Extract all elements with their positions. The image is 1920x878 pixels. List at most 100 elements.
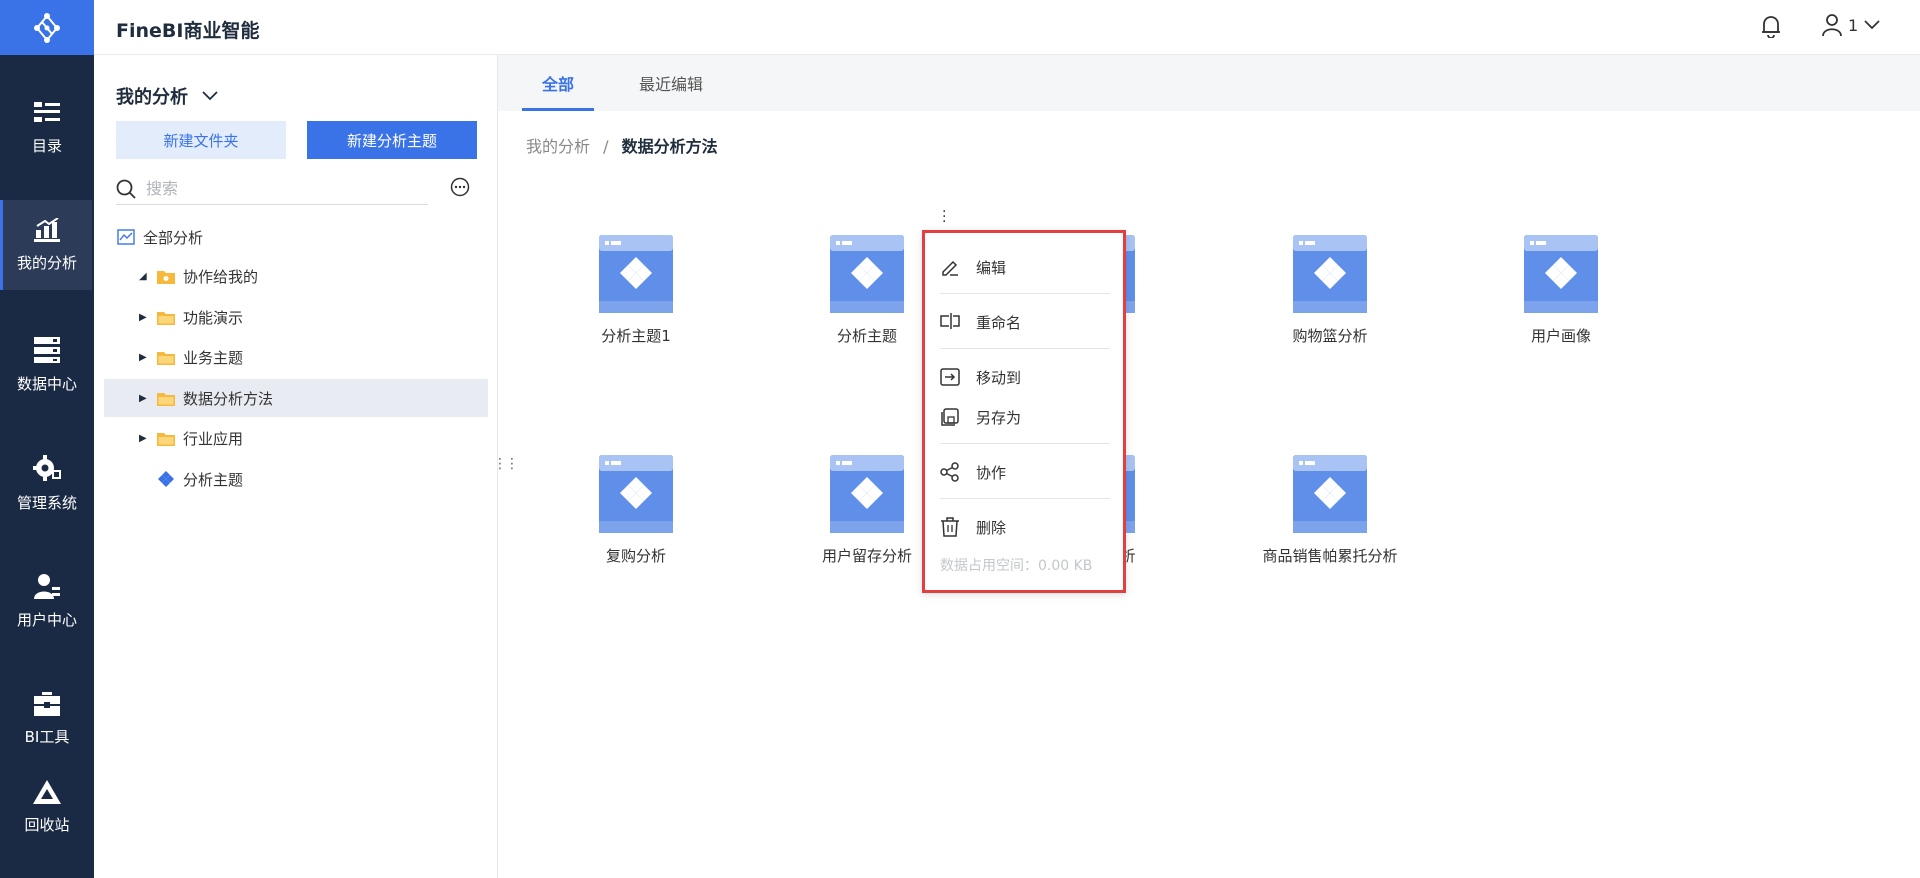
menu-item-move-to[interactable]: 移动到	[940, 362, 1110, 392]
folder-icon	[157, 351, 175, 365]
tab-recent[interactable]: 最近编辑	[639, 55, 703, 111]
chevron-down-icon	[202, 91, 218, 101]
menu-item-label: 重命名	[976, 313, 1022, 332]
folder-icon	[157, 432, 175, 446]
chevron-down-icon	[1864, 20, 1880, 30]
rail-item-catalog[interactable]: 目录	[0, 83, 94, 173]
notification-button[interactable]	[1760, 14, 1782, 42]
menu-item-label: 删除	[976, 518, 1007, 537]
rail-item-bi-tools[interactable]: BI工具	[0, 674, 94, 764]
analysis-tree-panel: 我的分析 新建文件夹 新建分析主题 全部分析 ◢ 协作给我的 ▶	[94, 55, 498, 878]
search-icon	[116, 179, 136, 199]
subject-card-icon	[1293, 235, 1367, 313]
gear-icon	[33, 454, 61, 481]
tree-item-label: 全部分析	[143, 228, 204, 247]
rail-item-my-analysis[interactable]: 我的分析	[0, 200, 92, 290]
new-subject-button[interactable]: 新建分析主题	[307, 121, 477, 159]
panel-title[interactable]: 我的分析	[116, 83, 218, 109]
tree-item-label: 分析主题	[183, 470, 244, 489]
caret-right-icon[interactable]: ▶	[139, 393, 149, 404]
subject-card-icon	[1293, 455, 1367, 533]
subject-tile[interactable]: 分析主题	[797, 235, 937, 346]
rail-item-user-center[interactable]: 用户中心	[0, 556, 94, 646]
caret-right-icon[interactable]: ▶	[139, 312, 149, 323]
rail-item-data-center[interactable]: 数据中心	[0, 320, 94, 410]
rail-item-recycle[interactable]: 回收站	[0, 762, 94, 852]
tree-item-label: 协作给我的	[183, 267, 259, 286]
breadcrumb: 我的分析 / 数据分析方法	[526, 133, 718, 157]
more-options-button[interactable]	[450, 177, 470, 201]
tile-name: 商品销售帕累托分析	[1262, 547, 1398, 565]
tile-name: 分析主题1	[601, 327, 671, 345]
menu-item-delete[interactable]: 删除	[940, 512, 1110, 542]
tree-item-shared-with-me[interactable]: ◢ 协作给我的	[104, 257, 488, 295]
search-box	[116, 173, 428, 205]
tree-item-analysis-subject[interactable]: 分析主题	[104, 460, 488, 498]
menu-item-label: 编辑	[976, 258, 1007, 277]
caret-right-icon[interactable]: ▶	[139, 352, 149, 363]
subject-card-icon	[1524, 235, 1598, 313]
menu-item-label: 移动到	[976, 368, 1022, 387]
menu-divider	[940, 293, 1110, 294]
menu-divider	[940, 443, 1110, 444]
subject-card-icon	[830, 235, 904, 313]
edit-icon	[942, 260, 958, 276]
menu-item-label: 另存为	[976, 408, 1022, 427]
folder-icon	[157, 392, 175, 406]
app-title: FineBI商业智能	[116, 20, 260, 42]
trash-icon	[941, 517, 959, 537]
tree-item-industry-apps[interactable]: ▶ 行业应用	[104, 419, 488, 457]
tab-all[interactable]: 全部	[521, 55, 595, 111]
subject-tile[interactable]: 用户画像	[1491, 235, 1631, 346]
search-input[interactable]	[146, 179, 406, 198]
folder-icon	[157, 311, 175, 325]
tree-item-label: 数据分析方法	[183, 389, 274, 408]
rail-item-label: 管理系统	[16, 493, 77, 512]
tree-item-label: 功能演示	[183, 308, 244, 327]
caret-down-icon[interactable]: ◢	[139, 271, 149, 282]
tree-item-feature-demo[interactable]: ▶ 功能演示	[104, 298, 488, 336]
menu-divider	[940, 348, 1110, 349]
subject-icon	[158, 471, 174, 487]
tree-item-all-analysis[interactable]: 全部分析	[104, 218, 488, 256]
tab-bar: 全部 最近编辑	[498, 55, 1920, 111]
subject-tile[interactable]: 购物篮分析	[1260, 235, 1400, 346]
tile-name: 用户留存分析	[821, 547, 912, 565]
share-icon	[940, 462, 959, 482]
tab-label: 最近编辑	[639, 75, 704, 94]
tile-more-button[interactable]: · · ·	[942, 205, 946, 229]
subject-card-icon	[830, 455, 904, 533]
new-folder-button[interactable]: 新建文件夹	[116, 121, 286, 159]
tree-item-business-topics[interactable]: ▶ 业务主题	[104, 338, 488, 376]
panel-title-text: 我的分析	[116, 87, 188, 108]
tree-item-label: 行业应用	[183, 429, 244, 448]
subject-card-icon	[599, 235, 673, 313]
context-menu: 编辑 重命名 移动到 另存为 协作 删除 数据占用空间：0.00 KB	[922, 230, 1126, 593]
subject-tile[interactable]: 商品销售帕累托分析	[1260, 455, 1400, 566]
subject-tile[interactable]: 用户留存分析	[797, 455, 937, 566]
app-logo[interactable]	[0, 0, 94, 55]
tab-label: 全部	[542, 75, 575, 94]
caret-right-icon[interactable]: ▶	[139, 433, 149, 444]
user-menu[interactable]: 1	[1822, 14, 1880, 36]
rail-item-management[interactable]: 管理系统	[0, 438, 94, 528]
user-icon	[34, 573, 60, 599]
menu-item-rename[interactable]: 重命名	[940, 307, 1110, 337]
menu-item-edit[interactable]: 编辑	[940, 252, 1110, 282]
rail-item-label: 回收站	[24, 815, 70, 834]
rail-item-label: 数据中心	[16, 374, 77, 393]
database-icon	[34, 336, 60, 363]
subject-tile[interactable]: 复购分析	[566, 455, 706, 566]
tree-item-data-analysis-methods[interactable]: ▶ 数据分析方法	[104, 379, 488, 417]
subject-tile[interactable]: 分析主题1	[566, 235, 706, 346]
toolbox-icon	[34, 691, 60, 716]
rail-item-label: BI工具	[24, 727, 70, 746]
rename-icon	[940, 313, 960, 329]
line-chart-icon	[117, 229, 135, 245]
menu-item-save-as[interactable]: 另存为	[940, 402, 1110, 432]
menu-item-share[interactable]: 协作	[940, 457, 1110, 487]
nav-rail: 目录 我的分析 数据中心 管理系统 用户中心 BI工具 回收站	[0, 0, 94, 878]
tile-name: 购物篮分析	[1292, 327, 1368, 345]
rail-item-label: 我的分析	[16, 253, 77, 272]
breadcrumb-root[interactable]: 我的分析	[526, 137, 590, 156]
